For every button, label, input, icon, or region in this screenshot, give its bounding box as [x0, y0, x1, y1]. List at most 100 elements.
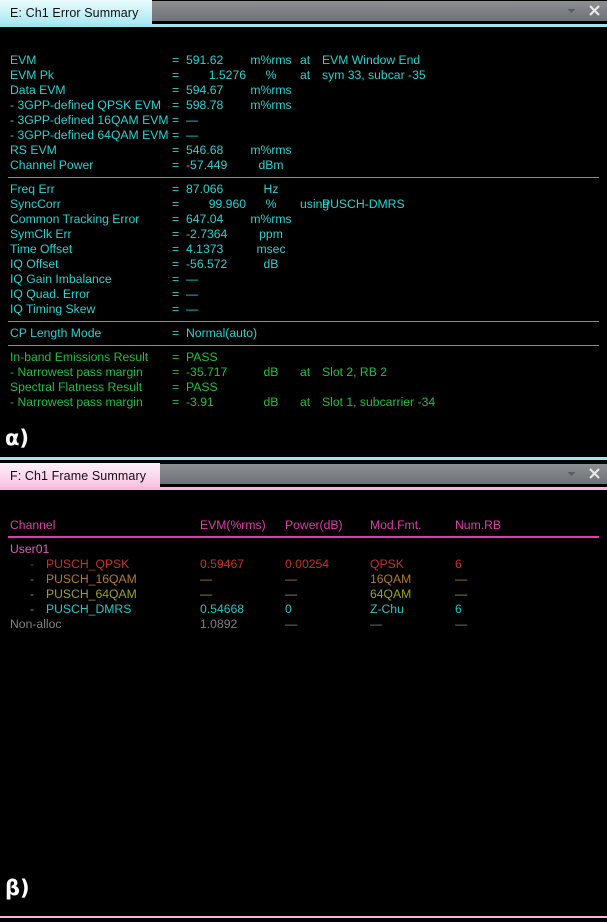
error-summary-titlebar: E: Ch1 Error Summary [0, 0, 607, 24]
measurement-row: IQ Gain Imbalance = — [0, 272, 607, 287]
row-dash: - [30, 571, 35, 586]
measurement-label: IQ Gain Imbalance [10, 272, 112, 286]
table-group-label: User01 [10, 541, 50, 556]
frame-summary-window-controls [565, 463, 601, 484]
table-header-row: Channel EVM(%rms) Power(dB) Mod.Fmt. Num.RB [0, 518, 607, 533]
table-row[interactable]: - PUSCH_QPSK 0.59467 0.00254 QPSK 6 [0, 557, 607, 572]
measurement-equals: = [172, 227, 180, 241]
table-row[interactable]: - PUSCH_64QAM — — 64QAM — [0, 587, 607, 602]
row-dash: - [30, 586, 35, 601]
result-row: - Narrowest pass margin = -35.717 dB at Slot … [0, 365, 607, 380]
chevron-down-icon[interactable] [565, 467, 578, 480]
tab-error-summary-label: E: Ch1 Error Summary [10, 6, 139, 20]
measurement-value: 4.1373 [186, 242, 224, 256]
measurement-unit: % [265, 197, 277, 211]
result-label: Spectral Flatness Result [10, 380, 143, 394]
measurement-label: Channel Power [10, 158, 94, 172]
error-summary-body: EVM = 591.62 m%rms at EVM Window End EVM Pk = 1.… [0, 27, 607, 460]
table-row[interactable]: - PUSCH_DMRS 0.54668 0 Z-Chu 6 [0, 602, 607, 617]
column-header-mod: Mod.Fmt. [370, 518, 422, 532]
row-numrb: — [455, 616, 468, 631]
result-equals: = [172, 350, 180, 364]
tab-error-summary[interactable]: E: Ch1 Error Summary [0, 0, 153, 24]
measurement-label: RS EVM [10, 143, 57, 157]
measurement-equals: = [172, 53, 180, 67]
measurement-value: 99.960 [208, 197, 246, 211]
tab-frame-summary[interactable]: F: Ch1 Frame Summary [0, 463, 161, 487]
measurement-value: 87.066 [186, 182, 224, 196]
column-header-numrb: Num.RB [455, 518, 502, 532]
result-qualifier: at [300, 395, 311, 409]
result-label: - Narrowest pass margin [10, 365, 143, 379]
measurement-equals: = [172, 83, 180, 97]
measurement-row: SymClk Err = -2.7364 ppm [0, 227, 607, 242]
measurement-label: Data EVM [10, 83, 66, 97]
result-label: In-band Emissions Result [10, 350, 149, 364]
measurement-row: CP Length Mode = Normal(auto) [0, 326, 607, 341]
error-summary-titlebar-filler [152, 0, 607, 24]
column-header-evm: EVM(%rms) [200, 518, 266, 532]
error-summary-window-controls [565, 0, 601, 21]
measurement-value: 594.67 [186, 83, 224, 97]
row-power: 0 [285, 601, 292, 616]
measurement-label: EVM Pk [10, 68, 55, 82]
table-row[interactable]: - PUSCH_16QAM — — 16QAM — [0, 572, 607, 587]
measurement-label: CP Length Mode [10, 326, 102, 340]
measurement-row: Common Tracking Error = 647.04 m%rms [0, 212, 607, 227]
measurement-value: — [186, 302, 199, 316]
column-header-channel: Channel [10, 518, 56, 532]
section-divider [8, 321, 599, 322]
table-header-divider [8, 536, 599, 538]
measurement-row: RS EVM = 546.68 m%rms [0, 143, 607, 158]
result-row: Spectral Flatness Result = PASS [0, 380, 607, 395]
row-numrb: — [455, 586, 468, 601]
measurement-detail: EVM Window End [322, 53, 421, 67]
measurement-value: — [186, 128, 199, 142]
measurement-value: 598.78 [186, 98, 224, 112]
frame-summary-table: Channel EVM(%rms) Power(dB) Mod.Fmt. Num.RB U… [0, 490, 607, 632]
measurement-value: Normal(auto) [186, 326, 258, 340]
figure-caption-beta: β) [5, 876, 30, 900]
application-window: E: Ch1 Error Summary EVM = 591.62 m%rms … [0, 0, 607, 922]
table-row-nonalloc[interactable]: Non-alloc 1.0892 — — — [0, 617, 607, 632]
result-value: PASS [186, 350, 218, 364]
measurement-equals: = [172, 242, 180, 256]
tab-frame-summary-label: F: Ch1 Frame Summary [10, 469, 147, 483]
measurement-equals: = [172, 197, 180, 211]
measurement-label: Freq Err [10, 182, 55, 196]
measurement-equals: = [172, 143, 180, 157]
measurement-equals: = [172, 272, 180, 286]
measurement-unit: msec [256, 242, 286, 256]
frame-summary-titlebar-filler [160, 463, 607, 487]
measurement-unit: % [265, 68, 277, 82]
measurement-unit: m%rms [250, 98, 292, 112]
row-numrb: 6 [455, 601, 462, 616]
measurement-label: Common Tracking Error [10, 212, 140, 226]
measurement-label: SyncCorr [10, 197, 61, 211]
measurement-equals: = [172, 287, 180, 301]
row-numrb: — [455, 571, 468, 586]
result-detail: Slot 1, subcarrier -34 [322, 395, 436, 409]
measurement-equals: = [172, 68, 180, 82]
row-power: 0.00254 [285, 556, 330, 571]
result-value: PASS [186, 380, 218, 394]
measurement-detail: PUSCH-DMRS [322, 197, 405, 211]
measurement-value: 647.04 [186, 212, 224, 226]
measurement-detail: sym 33, subcar -35 [322, 68, 426, 82]
measurement-qualifier: at [300, 53, 311, 67]
measurement-equals: = [172, 302, 180, 316]
measurement-value: — [186, 287, 199, 301]
column-header-power: Power(dB) [285, 518, 343, 532]
measurement-value: — [186, 272, 199, 286]
measurement-unit: m%rms [250, 83, 292, 97]
measurement-row: EVM Pk = 1.5276% at sym 33, subcar -35 [0, 68, 607, 83]
measurement-label: Time Offset [10, 242, 73, 256]
row-mod: Z-Chu [370, 601, 404, 616]
close-icon[interactable] [588, 467, 601, 480]
measurement-row: Data EVM = 594.67 m%rms [0, 83, 607, 98]
measurement-row: EVM = 591.62 m%rms at EVM Window End [0, 53, 607, 68]
chevron-down-icon[interactable] [565, 4, 578, 17]
measurement-unit: dBm [258, 158, 284, 172]
close-icon[interactable] [588, 4, 601, 17]
frame-summary-bottom-rule [0, 916, 607, 918]
